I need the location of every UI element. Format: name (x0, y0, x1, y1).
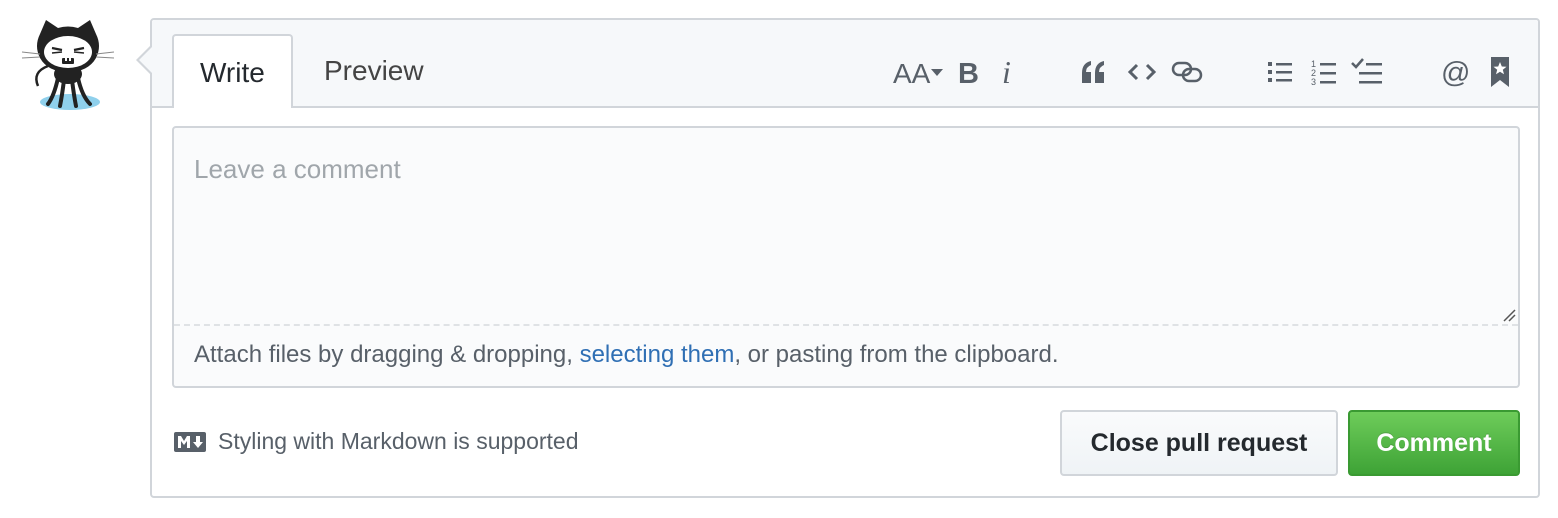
markdown-note-text: Styling with Markdown is supported (218, 428, 579, 454)
resize-handle-icon[interactable] (1502, 308, 1516, 322)
drop-zone-text-before: Attach files by dragging & dropping, (194, 341, 580, 368)
svg-text:@: @ (1441, 57, 1470, 87)
italic-icon[interactable]: i (998, 50, 1018, 94)
code-icon[interactable] (1126, 50, 1158, 94)
avatar[interactable] (18, 16, 118, 116)
comment-pointer-fill (139, 46, 153, 74)
octocat-icon (21, 20, 115, 110)
svg-text:B: B (958, 58, 979, 87)
comment-form: Write Preview AA B i 1 2 3 @ Leave a com… (150, 18, 1540, 498)
svg-text:i: i (1002, 56, 1011, 88)
close-pull-request-button[interactable]: Close pull request (1060, 410, 1338, 476)
select-files-link[interactable]: selecting them (580, 341, 735, 368)
markdown-icon (174, 431, 206, 452)
numbered-list-icon[interactable]: 1 2 3 (1310, 50, 1338, 94)
comment-input[interactable] (174, 128, 1518, 324)
bold-icon[interactable]: B (954, 50, 982, 94)
comment-form-header: Write Preview AA B i 1 2 3 @ (152, 20, 1538, 108)
bulleted-list-icon[interactable] (1266, 50, 1294, 94)
drop-zone-text-after: , or pasting from the clipboard. (734, 341, 1059, 368)
tab-preview[interactable]: Preview (298, 34, 450, 108)
header-text-icon[interactable]: AA (892, 50, 946, 94)
comment-textarea-wrapper: Attach files by dragging & dropping, sel… (172, 126, 1520, 388)
tab-write[interactable]: Write (172, 34, 293, 108)
file-drop-zone[interactable]: Attach files by dragging & dropping, sel… (174, 324, 1518, 388)
svg-text:AA: AA (893, 58, 931, 87)
markdown-note[interactable]: Styling with Markdown is supported (174, 428, 579, 455)
saved-reply-icon[interactable] (1488, 50, 1512, 94)
quote-icon[interactable] (1078, 50, 1108, 94)
svg-text:3: 3 (1311, 77, 1316, 86)
mention-icon[interactable]: @ (1440, 50, 1472, 94)
link-icon[interactable] (1170, 50, 1204, 94)
task-list-icon[interactable] (1350, 50, 1384, 94)
comment-button[interactable]: Comment (1348, 410, 1520, 476)
